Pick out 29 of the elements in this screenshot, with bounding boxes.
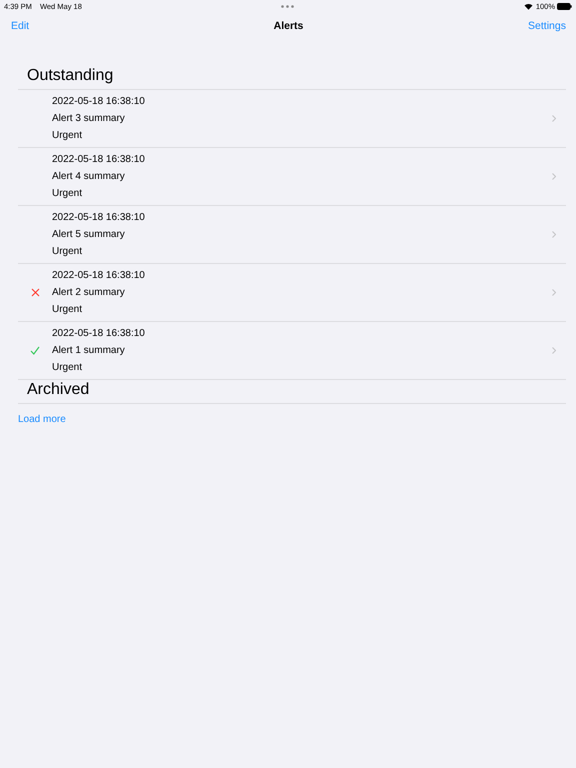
alert-timestamp: 2022-05-18 16:38:10	[52, 327, 146, 340]
section-title: Outstanding	[27, 67, 114, 85]
section-title: Archived	[27, 381, 90, 399]
wifi-icon	[524, 2, 533, 10]
alert-timestamp: 2022-05-18 16:38:10	[52, 269, 146, 282]
battery-icon	[557, 2, 572, 10]
alert-timestamp: 2022-05-18 16:38:10	[52, 211, 146, 224]
chevron-icon[interactable]	[552, 347, 556, 354]
chevron-icon[interactable]	[552, 115, 556, 122]
edit-button[interactable]: Edit	[11, 20, 30, 32]
alert-severity: Urgent	[52, 129, 84, 142]
alert-severity: Urgent	[52, 245, 84, 258]
load-more-link[interactable]: Load more	[18, 414, 566, 425]
alert-timestamp: 2022-05-18 16:38:10	[52, 153, 146, 166]
alert-summary: Alert 1 summary	[52, 344, 126, 357]
chevron-icon[interactable]	[552, 173, 556, 180]
alert-severity: Urgent	[52, 187, 84, 200]
settings-button[interactable]: Settings	[528, 20, 566, 32]
alert-summary: Alert 4 summary	[52, 170, 126, 183]
alert-severity: Urgent	[52, 361, 84, 374]
more-icon[interactable]	[281, 5, 294, 8]
alert-summary: Alert 5 summary	[52, 228, 126, 241]
alert-severity: Urgent	[52, 303, 84, 316]
chevron-icon[interactable]	[552, 289, 556, 296]
alert-summary: Alert 2 summary	[52, 286, 126, 299]
chevron-icon[interactable]	[552, 231, 556, 238]
nav-title: Alerts	[274, 20, 304, 32]
alert-summary: Alert 3 summary	[52, 112, 126, 125]
alert-timestamp: 2022-05-18 16:38:10	[52, 95, 146, 108]
